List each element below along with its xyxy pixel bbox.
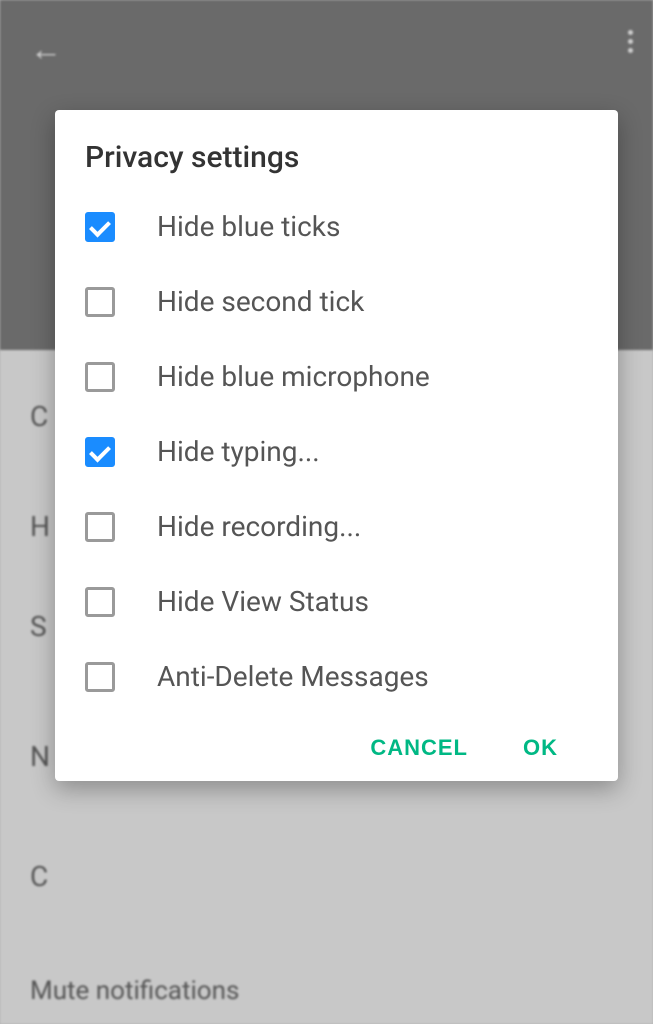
background-letter: C	[30, 860, 48, 893]
ok-button[interactable]: OK	[523, 735, 558, 761]
cancel-button[interactable]: CANCEL	[370, 735, 468, 761]
privacy-settings-dialog: Privacy settings Hide blue ticks Hide se…	[55, 110, 618, 781]
background-letter: S	[30, 610, 47, 643]
checkbox-icon[interactable]	[85, 287, 115, 317]
option-anti-delete-messages[interactable]: Anti-Delete Messages	[85, 660, 588, 693]
background-letter: C	[30, 400, 48, 433]
mute-notifications-label: Mute notifications	[30, 976, 239, 1006]
background-letter: N	[30, 740, 50, 773]
option-hide-blue-ticks[interactable]: Hide blue ticks	[85, 210, 588, 243]
option-hide-second-tick[interactable]: Hide second tick	[85, 285, 588, 318]
checkbox-icon[interactable]	[85, 587, 115, 617]
checkbox-icon[interactable]	[85, 662, 115, 692]
option-hide-recording[interactable]: Hide recording...	[85, 510, 588, 543]
background-letter: H	[30, 510, 50, 543]
checkbox-icon[interactable]	[85, 362, 115, 392]
overflow-menu-icon	[628, 30, 633, 53]
dialog-title: Privacy settings	[85, 140, 588, 175]
option-label: Hide blue microphone	[157, 360, 430, 393]
option-hide-view-status[interactable]: Hide View Status	[85, 585, 588, 618]
option-hide-typing[interactable]: Hide typing...	[85, 435, 588, 468]
checkbox-icon[interactable]	[85, 512, 115, 542]
dialog-actions: CANCEL OK	[85, 735, 588, 761]
option-label: Hide recording...	[157, 510, 361, 543]
back-arrow-icon: ←	[30, 30, 62, 68]
option-label: Hide View Status	[157, 585, 369, 618]
option-label: Hide blue ticks	[157, 210, 340, 243]
option-label: Anti-Delete Messages	[157, 660, 429, 693]
option-label: Hide typing...	[157, 435, 320, 468]
checkbox-icon[interactable]	[85, 437, 115, 467]
checkbox-icon[interactable]	[85, 212, 115, 242]
option-hide-blue-microphone[interactable]: Hide blue microphone	[85, 360, 588, 393]
option-label: Hide second tick	[157, 285, 364, 318]
